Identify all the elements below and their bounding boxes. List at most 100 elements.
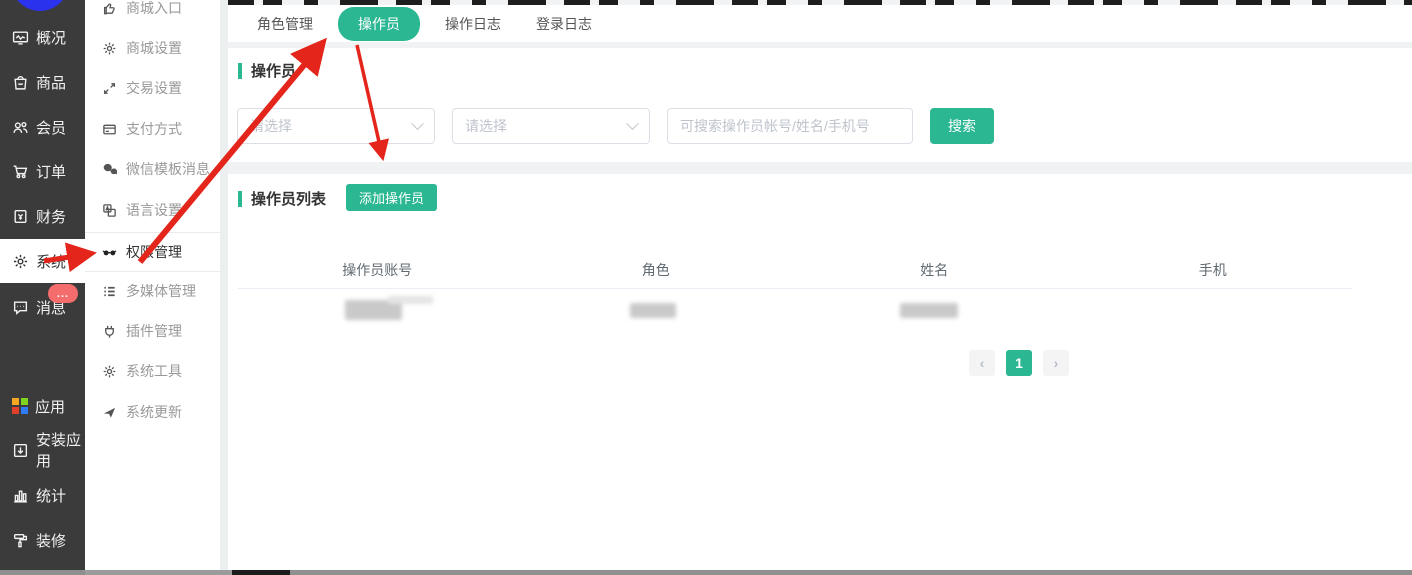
tab-role-management[interactable]: 角色管理 [247, 7, 323, 41]
submenu-item-plugin[interactable]: 插件管理 [85, 311, 220, 351]
pagination-prev-button[interactable]: ‹ [969, 350, 995, 376]
add-operator-button[interactable]: 添加操作员 [346, 184, 437, 211]
select-placeholder: 请选择 [250, 116, 292, 136]
decorate-roller-icon [12, 532, 29, 549]
submenu-item-label: 系统更新 [126, 402, 182, 422]
sidebar-item-goods[interactable]: 商品 [0, 60, 85, 104]
sidebar-item-stats[interactable]: 统计 [0, 473, 85, 517]
tab-login-log[interactable]: 登录日志 [526, 7, 602, 41]
sidebar-item-apps[interactable]: 应用 [0, 384, 85, 428]
payment-card-icon [102, 122, 117, 137]
table-header-account: 操作员账号 [238, 255, 517, 288]
sidebar-item-overview[interactable]: 概况 [0, 15, 85, 59]
submenu-item-permission[interactable]: 权限管理 [85, 232, 220, 272]
system-gear-icon [12, 253, 29, 270]
submenu-item-system-update[interactable]: 系统更新 [85, 392, 220, 432]
submenu-item-system-tools[interactable]: 系统工具 [85, 351, 220, 391]
tab-operator[interactable]: 操作员 [338, 7, 420, 41]
submenu-item-label: 支付方式 [126, 119, 182, 139]
pagination: ‹ 1 › [969, 350, 1069, 376]
submenu-item-label: 插件管理 [126, 321, 182, 341]
plugin-icon [102, 324, 117, 339]
sidebar-item-label: 概况 [36, 27, 66, 48]
chevron-down-icon [626, 117, 639, 130]
operator-list-card: 操作员列表 添加操作员 操作员账号 角色 姓名 手机 ‹ 1 › [228, 174, 1412, 570]
orders-cart-icon [12, 163, 29, 180]
scrollbar-track-segment [85, 570, 232, 575]
stats-bars-icon [12, 487, 29, 504]
sidebar-item-label: 安装应用 [36, 429, 85, 471]
sidebar-item-label: 财务 [36, 206, 66, 227]
apps-grid-icon [12, 398, 28, 414]
submenu-item-payment[interactable]: 支付方式 [85, 109, 220, 149]
section-title-operator: 操作员 [238, 60, 296, 81]
message-badge: ... [48, 284, 78, 303]
sidebar-item-label: 订单 [36, 161, 66, 182]
submenu-item-label: 交易设置 [126, 78, 182, 98]
submenu-item-label: 多媒体管理 [126, 281, 196, 301]
trade-settings-arrows-icon [102, 81, 117, 96]
filter-row: 请选择 请选择 搜索 [237, 108, 994, 144]
sidebar-item-label: 商品 [36, 72, 66, 93]
submenu-item-label: 商城设置 [126, 38, 182, 58]
submenu-item-label: 系统工具 [126, 361, 182, 381]
submenu-item-label: 商城入口 [126, 0, 182, 18]
sidebar-item-members[interactable]: 会员 [0, 105, 85, 149]
permission-glasses-icon [102, 245, 117, 260]
search-button[interactable]: 搜索 [930, 108, 994, 144]
cell-account-censored-2 [388, 296, 433, 304]
submenu-item-trade-settings[interactable]: 交易设置 [85, 68, 220, 108]
submenu-item-mall-settings[interactable]: 商城设置 [85, 28, 220, 68]
multimedia-list-icon [102, 284, 117, 299]
sidebar-item-label: 会员 [36, 117, 66, 138]
submenu-item-multimedia[interactable]: 多媒体管理 [85, 271, 220, 311]
table-header-phone: 手机 [1074, 255, 1353, 288]
install-app-icon [12, 442, 29, 459]
sidebar-item-label: 应用 [35, 396, 65, 417]
filter-select-1[interactable]: 请选择 [237, 108, 435, 144]
table-header-name: 姓名 [795, 255, 1074, 288]
chevron-down-icon [411, 117, 424, 130]
cell-name-censored [900, 303, 958, 318]
pagination-page-1[interactable]: 1 [1006, 350, 1032, 376]
tab-bar: 角色管理 操作员 操作日志 登录日志 [228, 5, 1412, 42]
operator-search-input[interactable] [667, 108, 913, 144]
submenu-item-wechat-template[interactable]: 微信模板消息 [85, 149, 220, 189]
sidebar-item-orders[interactable]: 订单 [0, 149, 85, 193]
horizontal-scrollbar[interactable] [0, 570, 1412, 575]
cell-role-censored [630, 303, 676, 318]
mall-entry-thumb-icon [102, 1, 117, 16]
table-header-row: 操作员账号 角色 姓名 手机 [238, 255, 1352, 289]
message-chat-icon [12, 299, 29, 316]
sidebar-item-label: 装修 [36, 530, 66, 551]
logo [11, 0, 69, 11]
members-people-icon [12, 119, 29, 136]
primary-sidebar: 概况 商品 会员 订单 财务 系统 消息 ... 应用 [0, 0, 85, 575]
sidebar-item-finance[interactable]: 财务 [0, 194, 85, 238]
pagination-next-button[interactable]: › [1043, 350, 1069, 376]
wechat-template-icon [102, 162, 117, 177]
scrollbar-thumb[interactable] [232, 570, 290, 575]
sidebar-item-label: 统计 [36, 485, 66, 506]
system-tools-gear-icon [102, 364, 117, 379]
finance-book-icon [12, 208, 29, 225]
system-update-plane-icon [102, 405, 117, 420]
overview-monitor-icon [12, 29, 29, 46]
admin-app: 概况 商品 会员 订单 财务 系统 消息 ... 应用 [0, 0, 1412, 575]
layout-divider [220, 0, 228, 575]
sidebar-item-decorate[interactable]: 装修 [0, 518, 85, 562]
table-header-role: 角色 [517, 255, 796, 288]
section-title-operator-list: 操作员列表 [238, 188, 326, 209]
sidebar-item-system[interactable]: 系统 [0, 239, 85, 283]
goods-bag-icon [12, 74, 29, 91]
language-icon [102, 203, 117, 218]
submenu-item-mall-entry[interactable]: 商城入口 [85, 0, 220, 28]
submenu-item-language[interactable]: 语言设置 [85, 190, 220, 230]
tab-operation-log[interactable]: 操作日志 [435, 7, 511, 41]
sidebar-item-label: 系统 [36, 251, 66, 272]
sidebar-item-install-app[interactable]: 安装应用 [0, 428, 85, 472]
select-placeholder: 请选择 [465, 116, 507, 136]
filter-select-2[interactable]: 请选择 [452, 108, 650, 144]
mall-settings-gear-icon [102, 41, 117, 56]
main-content: 角色管理 操作员 操作日志 登录日志 操作员 请选择 请选择 搜索 [228, 0, 1412, 575]
